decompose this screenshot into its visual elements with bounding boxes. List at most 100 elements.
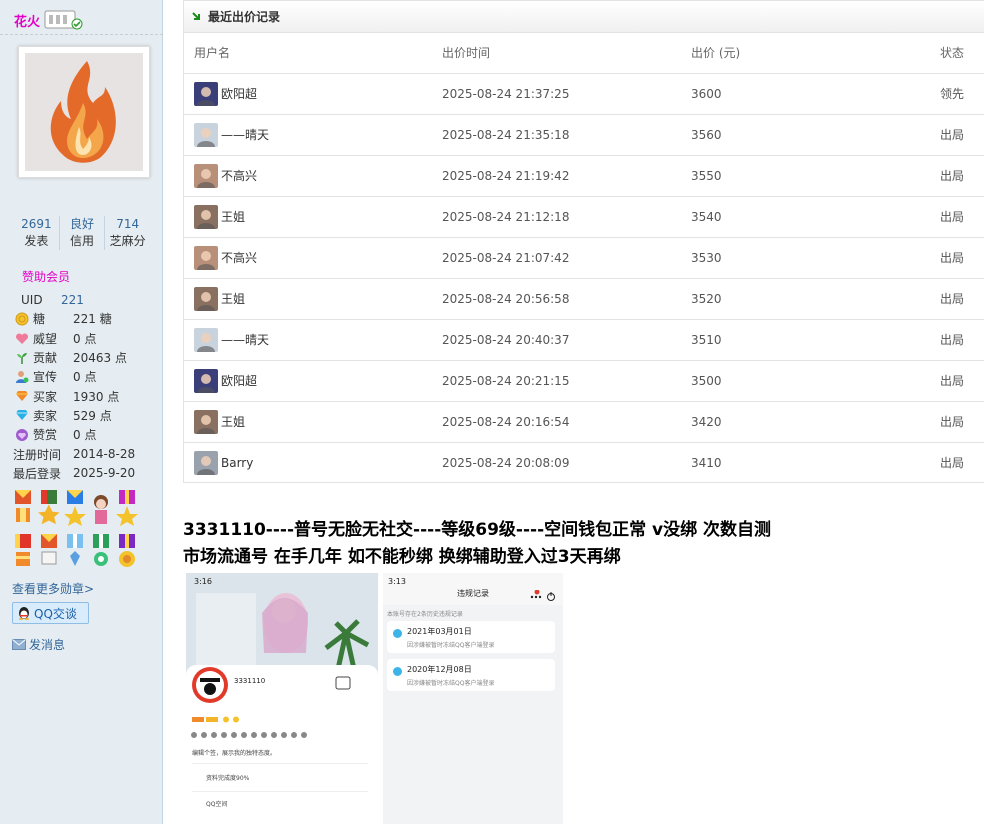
bidder-avatar[interactable] bbox=[194, 122, 218, 147]
more-medals-link[interactable]: 查看更多勋章> bbox=[12, 580, 94, 597]
heart-icon bbox=[13, 330, 31, 346]
bidder-cell[interactable]: Barry bbox=[194, 450, 442, 475]
user-level[interactable]: 赞助会员 bbox=[22, 268, 70, 285]
stat-credit[interactable]: 良好 信用 bbox=[58, 216, 105, 250]
bidder-name[interactable]: 不高兴 bbox=[221, 167, 257, 184]
stat-posts[interactable]: 2691 发表 bbox=[14, 216, 59, 250]
bid-price: 3520 bbox=[691, 278, 940, 320]
info-key: 威望 bbox=[33, 331, 58, 346]
bidder-avatar[interactable] bbox=[194, 81, 218, 106]
table-row: 王姐 2025-08-24 21:12:18 3540 出局 bbox=[184, 196, 984, 238]
user-avatar[interactable] bbox=[18, 46, 150, 178]
bidder-cell[interactable]: 欧阳超 bbox=[194, 81, 442, 106]
qq-chat-button[interactable]: QQ交谈 bbox=[12, 602, 89, 624]
bidder-cell[interactable]: 王姐 bbox=[194, 409, 442, 434]
medal-icon[interactable] bbox=[12, 490, 34, 526]
qzone-text: QQ空间 bbox=[206, 801, 228, 808]
medal-icon[interactable] bbox=[64, 490, 86, 526]
medal-icon[interactable] bbox=[116, 534, 138, 570]
bidder-name[interactable]: ——晴天 bbox=[221, 331, 269, 348]
medal-icon[interactable] bbox=[90, 490, 112, 526]
bidder-name[interactable]: 王姐 bbox=[221, 413, 245, 430]
status-bar-time: 3:13 bbox=[388, 577, 406, 586]
bidder-cell[interactable]: ——晴天 bbox=[194, 122, 442, 147]
medal-icon[interactable] bbox=[64, 534, 86, 570]
bidder-cell[interactable]: 王姐 bbox=[194, 204, 442, 229]
medal-icon[interactable] bbox=[116, 490, 138, 526]
qq-profile-screenshot[interactable]: 3:16 3331110 编辑个签，展示我的独特态度。 资料完成度90% QQ空… bbox=[186, 573, 378, 824]
info-value: 0 点 bbox=[73, 370, 97, 385]
diamond-orange-icon bbox=[13, 388, 31, 404]
info-key: 卖家 bbox=[33, 408, 58, 423]
violation-record-card[interactable]: 2020年12月08日 因涉嫌被暂时冻结QQ客户端登录 bbox=[387, 659, 555, 691]
diamond-purple-icon bbox=[13, 427, 31, 443]
bid-records-table: 用户名 出价时间 出价 (元) 状态 欧阳超 2025-08-24 21:37:2… bbox=[184, 33, 984, 483]
bidder-avatar[interactable] bbox=[194, 286, 218, 311]
info-key: UID bbox=[21, 292, 43, 307]
bid-status: 出局 bbox=[940, 401, 984, 443]
info-value: 2014-8-28 bbox=[73, 447, 136, 462]
violation-record-screenshot[interactable]: 3:13 违规记录 本账号存在2条历史违规记录 2021年03月01日 因涉嫌被… bbox=[383, 573, 563, 824]
info-value: 0 点 bbox=[73, 428, 97, 443]
bidder-cell[interactable]: 不高兴 bbox=[194, 163, 442, 188]
bidder-name[interactable]: 欧阳超 bbox=[221, 85, 257, 102]
table-row: 王姐 2025-08-24 20:16:54 3420 出局 bbox=[184, 401, 984, 443]
bid-time: 2025-08-24 20:21:15 bbox=[442, 360, 691, 402]
profile-cover-image bbox=[186, 573, 378, 679]
bidder-cell[interactable]: ——晴天 bbox=[194, 327, 442, 352]
bidder-avatar[interactable] bbox=[194, 327, 218, 352]
send-message-label: 发消息 bbox=[29, 638, 66, 652]
bidder-name[interactable]: ——晴天 bbox=[221, 126, 269, 143]
send-message-link[interactable]: 发消息 bbox=[12, 636, 65, 653]
bidder-avatar[interactable] bbox=[194, 409, 218, 434]
violation-desc: 因涉嫌被暂时冻结QQ客户端登录 bbox=[407, 680, 495, 687]
bidder-avatar[interactable] bbox=[194, 245, 218, 270]
bidder-cell[interactable]: 不高兴 bbox=[194, 245, 442, 270]
qq-penguin-icon bbox=[19, 607, 29, 620]
bidder-cell[interactable]: 欧阳超 bbox=[194, 368, 442, 393]
bid-price: 3530 bbox=[691, 237, 940, 279]
stat-sesame-value[interactable]: 714 bbox=[105, 216, 150, 233]
bidder-avatar[interactable] bbox=[194, 450, 218, 475]
bid-records-title: 最近出价记录 bbox=[208, 10, 281, 24]
user-info-row: 买家 1930 点 bbox=[13, 386, 158, 405]
user-sidebar: 花火 2691 发表 良好 信用 714 芝麻分 赞助会员 UID 221 糖 … bbox=[0, 0, 163, 824]
bidder-name[interactable]: 王姐 bbox=[221, 208, 245, 225]
stat-posts-label: 发表 bbox=[24, 234, 49, 248]
stat-sesame[interactable]: 714 芝麻分 bbox=[104, 216, 150, 250]
bid-time: 2025-08-24 21:19:42 bbox=[442, 155, 691, 197]
qq-chat-label: QQ交谈 bbox=[34, 606, 77, 621]
bidder-name[interactable]: 王姐 bbox=[221, 290, 245, 307]
bidder-name[interactable]: Barry bbox=[221, 456, 253, 470]
bidder-avatar[interactable] bbox=[194, 163, 218, 188]
info-value: 0 点 bbox=[73, 331, 97, 346]
medal-icon[interactable] bbox=[38, 534, 60, 570]
info-value: 2025-9-20 bbox=[73, 466, 136, 481]
table-row: ——晴天 2025-08-24 20:40:37 3510 出局 bbox=[184, 319, 984, 361]
bid-price: 3420 bbox=[691, 401, 940, 443]
stat-posts-value[interactable]: 2691 bbox=[14, 216, 59, 233]
bidder-name[interactable]: 欧阳超 bbox=[221, 372, 257, 389]
medal-icon[interactable] bbox=[12, 534, 34, 570]
username-link[interactable]: 花火 bbox=[14, 11, 40, 30]
info-dot-icon bbox=[393, 629, 402, 638]
bid-status: 出局 bbox=[940, 237, 984, 279]
bidder-cell[interactable]: 王姐 bbox=[194, 286, 442, 311]
bid-status: 出局 bbox=[940, 319, 984, 361]
medal-icon[interactable] bbox=[38, 490, 60, 526]
bidder-avatar[interactable] bbox=[194, 204, 218, 229]
user-info-row: 糖 221 糖 bbox=[13, 309, 158, 328]
user-info-list: UID 221 糖 221 糖威望 0 点贡献 20463 点宣传 0 点买家 1930 点卖… bbox=[13, 290, 158, 483]
bidder-avatar[interactable] bbox=[194, 368, 218, 393]
bidder-name[interactable]: 不高兴 bbox=[221, 249, 257, 266]
violation-record-card[interactable]: 2021年03月01日 因涉嫌被暂时冻结QQ客户端登录 bbox=[387, 621, 555, 653]
post-line: 3331110----普号无脸无社交----等级69级----空间钱包正常 v没… bbox=[183, 520, 772, 540]
info-value[interactable]: 221 bbox=[61, 293, 84, 307]
stat-credit-value[interactable]: 良好 bbox=[60, 216, 105, 233]
edit-signature-text: 编辑个签，展示我的独特态度。 bbox=[192, 750, 277, 757]
post-line: 市场流通号 在手几年 如不能秒绑 换绑辅助登入过3天再绑 bbox=[183, 547, 621, 567]
info-key: 赞赏 bbox=[33, 428, 58, 443]
medal-icon[interactable] bbox=[90, 534, 112, 570]
sprout-icon bbox=[13, 350, 31, 366]
info-value: 1930 点 bbox=[73, 389, 120, 404]
